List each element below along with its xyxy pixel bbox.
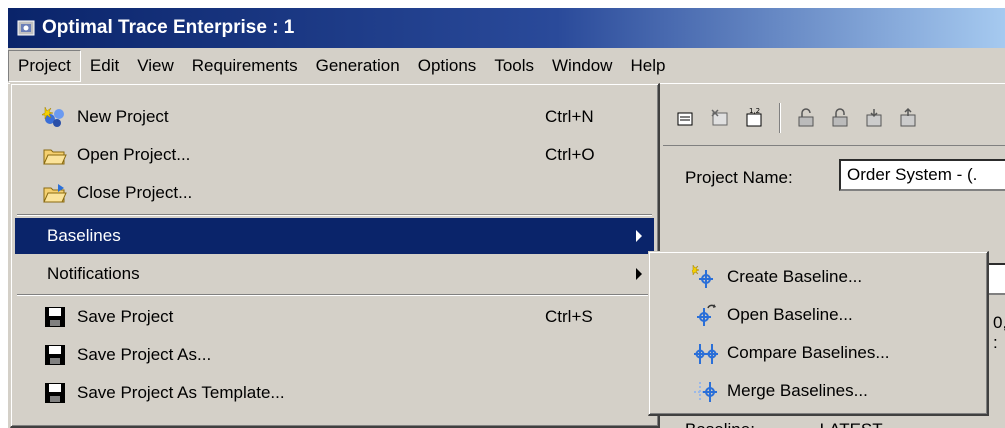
open-folder-icon [41,143,69,167]
baselines-submenu: Create Baseline... Open Baseline... Comp… [648,251,989,416]
menu-bar: Project Edit View Requirements Generatio… [8,48,1005,84]
toolbar-delete-doc-icon[interactable] [705,103,735,133]
menu-window[interactable]: Window [543,51,621,81]
project-name-field[interactable]: Order System - (. [839,159,1005,191]
baseline-label: Baseline: [685,420,755,428]
menu-item-label: Open Baseline... [727,305,853,324]
create-baseline-icon [691,264,721,290]
menu-item-label: Compare Baselines... [727,343,890,362]
menu-item-shortcut: Ctrl+O [545,145,595,164]
baseline-row: Baseline: LATEST [685,420,943,428]
menu-view[interactable]: View [128,51,183,81]
menu-item-label: Create Baseline... [727,267,863,286]
project-menu: New Project Ctrl+N Open Project... Ctrl+… [10,83,660,428]
menu-project[interactable]: Project [8,49,81,82]
toolbar-numbered-doc-icon[interactable]: 1,2 [739,103,769,133]
menu-edit[interactable]: Edit [81,51,128,81]
baseline-value: LATEST [820,420,883,428]
new-project-icon [41,105,69,129]
toolbar: 1,2 [663,90,1005,146]
toolbar-import-icon[interactable] [859,103,889,133]
floppy-disk-icon [41,381,69,405]
menu-item-create-baseline[interactable]: Create Baseline... [653,258,983,296]
menu-item-save-project-as-template[interactable]: Save Project As Template... [15,374,654,412]
window-title: Optimal Trace Enterprise : 1 [42,17,295,38]
menu-item-notifications[interactable]: Notifications [15,256,654,292]
menu-item-label: Close Project... [77,183,193,202]
menu-help[interactable]: Help [621,51,674,81]
menu-item-compare-baselines[interactable]: Compare Baselines... [653,334,983,372]
toolbar-unlock-icon[interactable] [825,103,855,133]
menu-separator [17,294,652,296]
menu-item-shortcut: Ctrl+S [545,307,593,326]
menu-item-label: Merge Baselines... [727,381,868,400]
compare-baselines-icon [691,340,721,366]
partial-text: 0, : [993,313,1005,352]
svg-text:1,2: 1,2 [749,107,760,115]
merge-baselines-icon [691,378,721,404]
menu-item-save-project[interactable]: Save Project Ctrl+S [15,298,654,336]
toolbar-doc-icon[interactable] [671,103,701,133]
toolbar-separator [779,102,781,133]
close-folder-icon [41,181,69,205]
menu-generation[interactable]: Generation [307,51,409,81]
app-icon [17,20,35,36]
title-bar[interactable]: Optimal Trace Enterprise : 1 [8,8,1005,48]
menu-options[interactable]: Options [409,51,486,81]
project-name-label: Project Name: [685,168,793,187]
menu-item-shortcut: Ctrl+N [545,107,594,126]
submenu-arrow-icon [636,268,642,280]
menu-separator [17,214,652,216]
toolbar-lock-icon[interactable] [791,103,821,133]
menu-item-new-project[interactable]: New Project Ctrl+N [15,98,654,136]
menu-item-close-project[interactable]: Close Project... [15,174,654,212]
menu-item-open-baseline[interactable]: Open Baseline... [653,296,983,334]
toolbar-export-icon[interactable] [893,103,923,133]
menu-item-label: Notifications [47,264,140,283]
menu-item-label: Baselines [47,226,121,245]
open-baseline-icon [691,302,721,328]
floppy-disk-icon [41,305,69,329]
menu-item-baselines[interactable]: Baselines [15,218,654,254]
submenu-arrow-icon [636,230,642,242]
menu-item-open-project[interactable]: Open Project... Ctrl+O [15,136,654,174]
menu-item-save-project-as[interactable]: Save Project As... [15,336,654,374]
menu-item-merge-baselines[interactable]: Merge Baselines... [653,372,983,410]
floppy-disk-icon [41,343,69,367]
menu-requirements[interactable]: Requirements [183,51,307,81]
menu-item-label: Save Project As... [77,345,212,364]
menu-tools[interactable]: Tools [485,51,543,81]
menu-item-label: Save Project As Template... [77,383,285,402]
